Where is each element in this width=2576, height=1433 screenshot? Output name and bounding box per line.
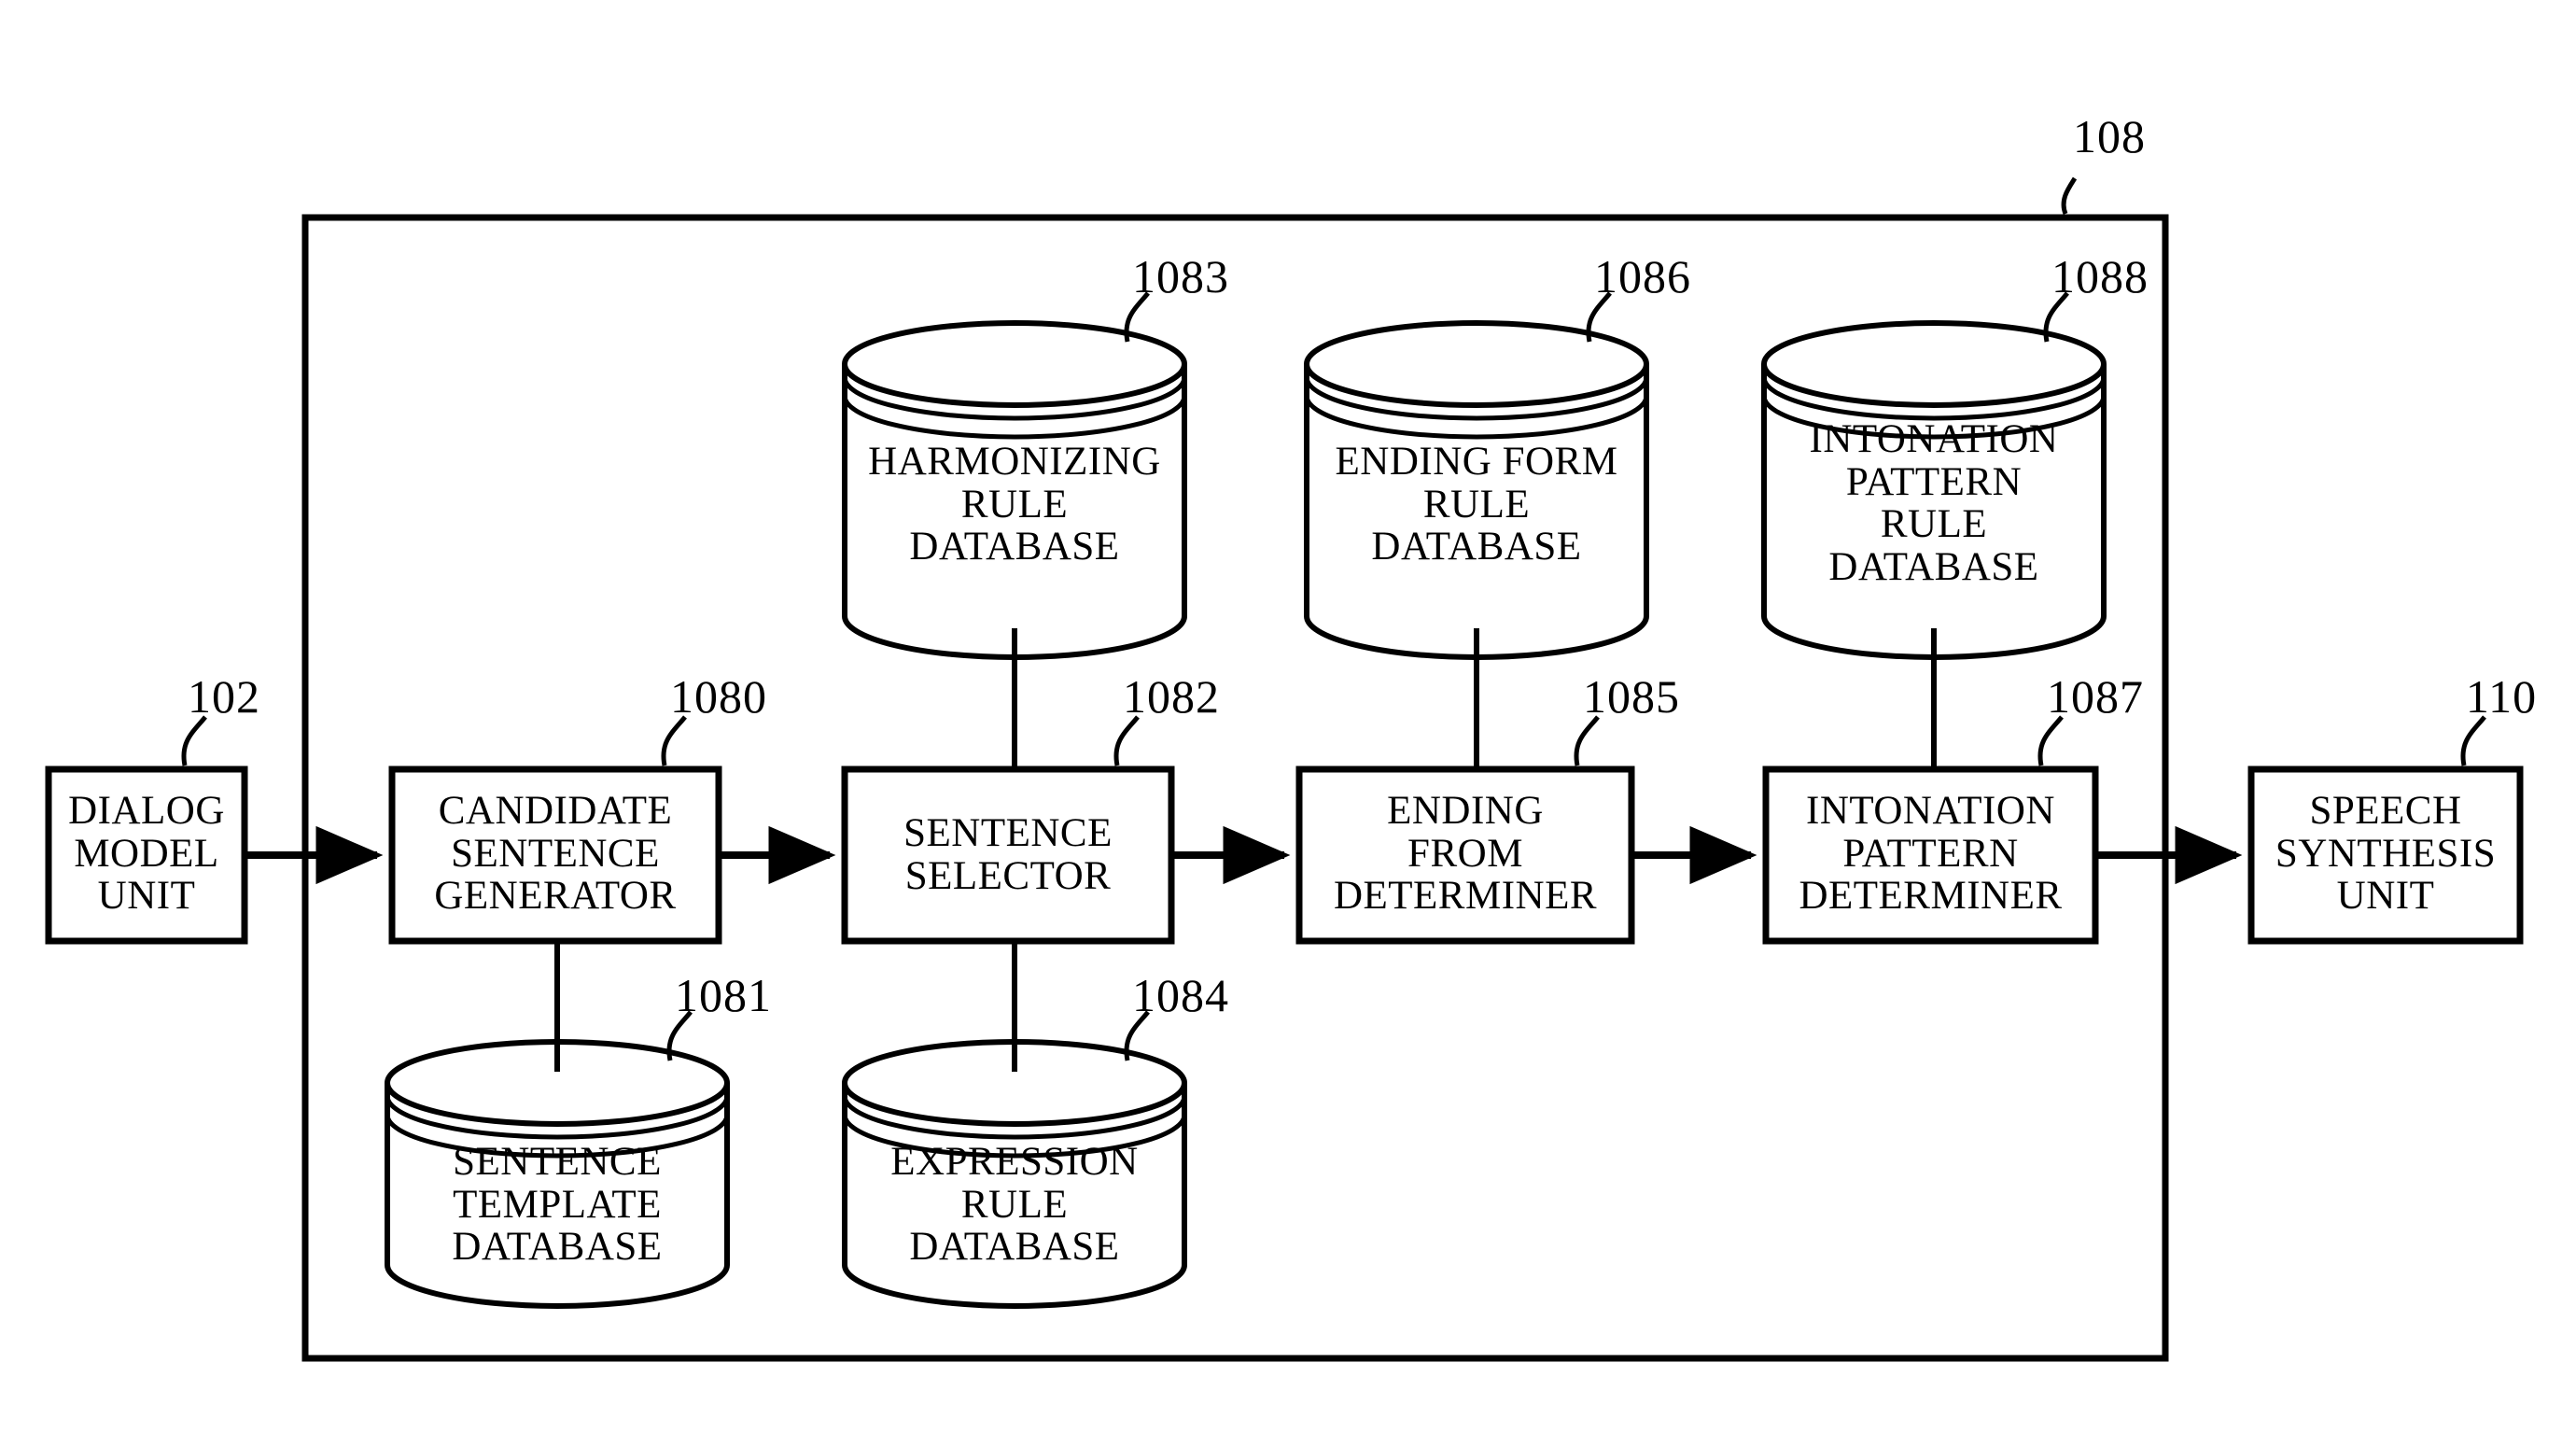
ending-from-determiner-label: ENDING FROM DETERMINER: [1333, 789, 1598, 919]
ref-1084: 1084: [1132, 969, 1229, 1021]
sentence-selector-label: SENTENCE SELECTOR: [903, 811, 1113, 898]
candidate-sentence-generator-label: CANDIDATE SENTENCE GENERATOR: [434, 789, 677, 919]
ref-1088: 1088: [2051, 250, 2149, 302]
db-sentence-template-label: SENTENCE TEMPLATE DATABASE: [452, 1140, 663, 1270]
ref-1085: 1085: [1583, 670, 1680, 723]
ref-1082: 1082: [1123, 670, 1220, 723]
ref-1081: 1081: [675, 969, 772, 1021]
ref-1086: 1086: [1594, 250, 1691, 302]
leader-110: [2460, 715, 2486, 766]
speech-synthesis-unit-label: SPEECH SYNTHESIS UNIT: [2275, 789, 2497, 919]
db-harmonizing-rule-label: HARMONIZING RULE DATABASE: [868, 440, 1161, 569]
ref-1080: 1080: [670, 670, 767, 723]
db-expression-rule-label: EXPRESSION RULE DATABASE: [890, 1140, 1139, 1270]
patent-figure: 108 HARMONIZING RULE DATABASE 1083 ENDIN…: [0, 0, 2576, 1433]
leader-1085: [1574, 715, 1600, 766]
ref-1087: 1087: [2047, 670, 2144, 723]
ref-1083: 1083: [1132, 250, 1229, 302]
db-intonation-pattern-rule-label: INTONATION PATTERN RULE DATABASE: [1809, 417, 2059, 589]
leader-102: [181, 715, 207, 766]
ref-102: 102: [188, 670, 260, 723]
ref-108: 108: [2073, 110, 2146, 162]
ref-110: 110: [2465, 670, 2538, 723]
dialog-model-unit-label: DIALOG MODEL UNIT: [68, 789, 225, 919]
leader-1082: [1113, 715, 1140, 766]
intonation-pattern-determiner-label: INTONATION PATTERN DETERMINER: [1799, 789, 2063, 919]
leader-1080: [661, 715, 687, 766]
db-ending-form-rule-label: ENDING FORM RULE DATABASE: [1335, 440, 1618, 569]
leader-1087: [2037, 715, 2064, 766]
leader-108: [2061, 176, 2078, 215]
diagram-linework: [45, 176, 2524, 1362]
